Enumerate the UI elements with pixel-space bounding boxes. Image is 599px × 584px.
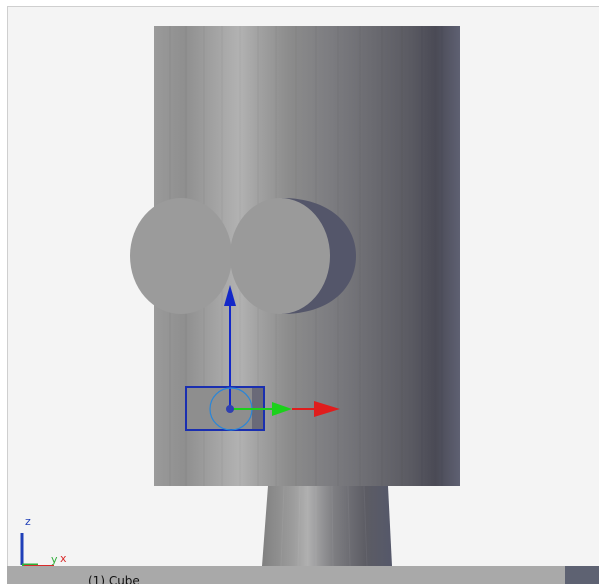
gizmo-pivot[interactable] [226, 405, 234, 413]
selected-object-label: (1) Cube [88, 574, 140, 584]
3d-viewport[interactable]: z y x (1) Cube [0, 0, 599, 584]
corner-panel [565, 566, 599, 584]
axis-z-label: z [25, 515, 31, 528]
axis-x-label: x [60, 552, 67, 565]
scene-render [20, 26, 460, 567]
axis-orientation-icon [20, 533, 54, 567]
axis-y-label: y [51, 553, 58, 566]
left-eye-disc [130, 198, 232, 314]
right-eye-disc [230, 198, 330, 314]
